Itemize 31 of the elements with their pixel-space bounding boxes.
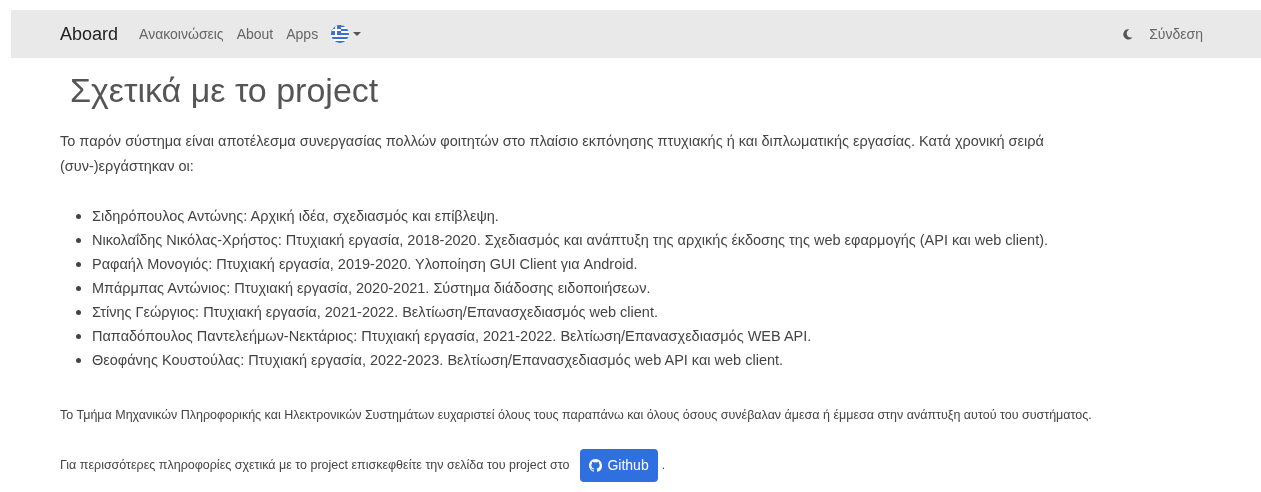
bullet-icon (76, 309, 81, 315)
more-info-text: Για περισσότερες πληροφορίες σχετικά με το project επισκεφθείτε την σελίδα του project στο (60, 457, 570, 474)
github-icon (589, 459, 603, 472)
bullet-icon (76, 237, 81, 243)
contributor-item: Θεοφάνης Κουστούλας: Πτυχιακή εργασία, 2022-2023. Βελτίωση/Επανασχεδιασμός web API και web client. (92, 351, 784, 370)
bullet-icon (76, 285, 81, 291)
contributor-item: Μπάρμπας Αντώνιος: Πτυχιακή εργασία, 2020-2021. Σύστημα διάδοσης ειδοποιήσεων. (92, 279, 651, 298)
thanks-paragraph: Το Τμήμα Μηχανικών Πληροφορικής και Ηλεκτρονικών Συστημάτων ευχαριστεί όλους τους παραπάνω και όλους όσους συνέβαλαν άμεσα ή έμμεσα στην ανάπτυξη αυτού του συστήματος. (60, 407, 1093, 424)
moon-icon (1122, 28, 1134, 40)
contributor-item: Νικολαΐδης Νικόλας-Χρήστος: Πτυχιακή εργασία, 2018-2020. Σχεδιασμός και ανάπτυξη της αρχικής έκδοσης της web εφαρμογής (API και web client). (92, 231, 1049, 250)
brand-link[interactable]: Aboard (60, 23, 119, 45)
theme-toggle[interactable] (1122, 28, 1134, 40)
language-dropdown[interactable] (331, 25, 362, 43)
page-heading: Σχετικά με το project (70, 70, 380, 110)
bullet-icon (76, 333, 81, 339)
contributor-item: Στίνης Γεώργιος: Πτυχιακή εργασία, 2021-2022. Βελτίωση/Επανασχεδιασμός web client. (92, 303, 658, 322)
greek-flag-icon (331, 25, 350, 43)
nav-link[interactable]: Apps (286, 26, 319, 42)
bullet-icon (76, 213, 81, 219)
github-button[interactable]: Github (580, 449, 658, 482)
caret-icon (353, 32, 362, 36)
intro-paragraph: Το παρόν σύστημα είναι αποτέλεσμα συνεργασίας πολλών φοιτητών στο πλαίσιο εκπόνησης πτυχιακής ή και διπλωματικής εργασίας. Κατά χρονική σειρά (συν-)εργάστηκαν οι: (60, 132, 1045, 176)
login-link[interactable]: Σύνδεση (1149, 26, 1203, 42)
bullet-icon (76, 357, 81, 363)
contributor-item: Παπαδόπουλος Παντελεήμων-Νεκτάριος: Πτυχιακή εργασία, 2021-2022. Βελτίωση/Επανασχεδιασμός WEB API. (92, 327, 812, 346)
bullet-icon (76, 261, 81, 267)
nav-link[interactable]: Ανακοινώσεις (139, 26, 224, 42)
contributor-item: Ραφαήλ Μονογιός: Πτυχιακή εργασία, 2019-2020. Υλοποίηση GUI Client για Android. (92, 255, 638, 274)
nav-link[interactable]: About (236, 26, 274, 42)
period-text: . (661, 457, 666, 474)
contributor-item: Σιδηρόπουλος Αντώνης: Αρχική ιδέα, σχεδιασμός και επίβλεψη. (92, 207, 499, 226)
